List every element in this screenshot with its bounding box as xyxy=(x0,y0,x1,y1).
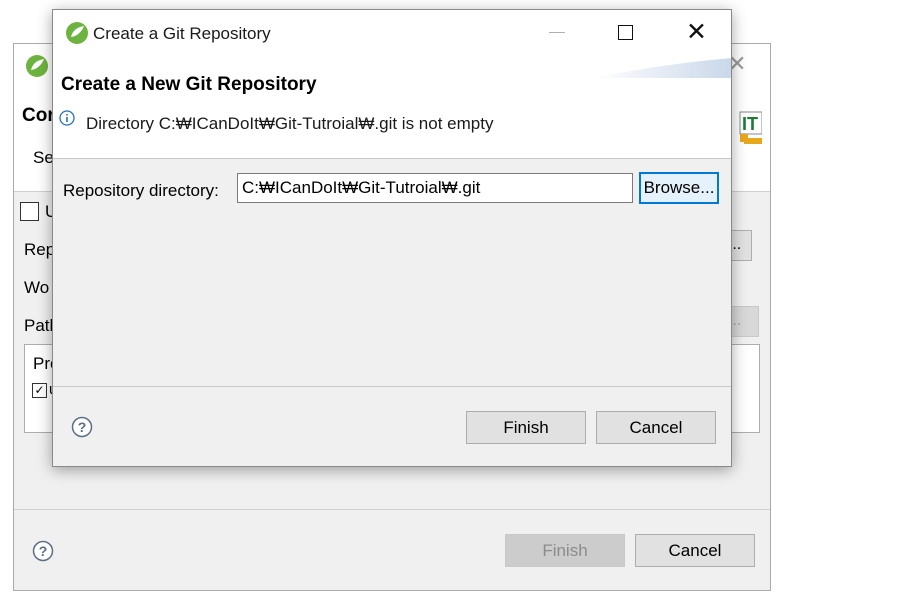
dialog-heading: Create a New Git Repository xyxy=(61,74,317,95)
repository-label: Rep xyxy=(24,240,56,259)
maximize-icon[interactable] xyxy=(618,25,633,40)
dialog-titlebar: Create a Git Repository ✕ xyxy=(53,10,731,58)
close-icon[interactable]: ✕ xyxy=(686,17,707,46)
info-icon xyxy=(59,110,75,131)
finish-button: Finish xyxy=(505,534,625,567)
page-title: Cor xyxy=(22,105,55,126)
page-subtitle: Se xyxy=(33,148,54,167)
help-icon[interactable]: ? xyxy=(32,540,54,567)
separator xyxy=(14,509,770,510)
working-dir-label: Wo xyxy=(24,278,50,297)
help-icon[interactable]: ? xyxy=(71,416,93,443)
svg-text:?: ? xyxy=(78,419,87,435)
use-parent-checkbox[interactable] xyxy=(20,202,39,221)
repository-directory-label: Repository directory: xyxy=(63,181,219,200)
banner-text: IT xyxy=(742,114,758,134)
cancel-button[interactable]: Cancel xyxy=(635,534,755,567)
header-decoration xyxy=(593,58,731,78)
svg-text:?: ? xyxy=(39,543,48,559)
cancel-button[interactable]: Cancel xyxy=(596,411,716,444)
dialog-title: Create a Git Repository xyxy=(93,24,271,43)
spring-logo-icon xyxy=(65,21,89,50)
status-message: Directory C:₩ICanDoIt₩Git-Tutroial₩.git … xyxy=(86,114,494,133)
minimize-icon[interactable] xyxy=(549,32,565,33)
repository-directory-input[interactable] xyxy=(237,173,633,203)
spring-logo-icon xyxy=(25,54,49,83)
finish-button[interactable]: Finish xyxy=(466,411,586,444)
dialog-header: Create a New Git Repository Directory C:… xyxy=(53,58,731,159)
separator xyxy=(53,386,731,387)
project-checkbox[interactable]: ✓ xyxy=(32,383,47,398)
create-git-repository-dialog: Create a Git Repository ✕ Create a New G… xyxy=(52,9,732,467)
browse-button[interactable]: Browse... xyxy=(639,172,719,204)
